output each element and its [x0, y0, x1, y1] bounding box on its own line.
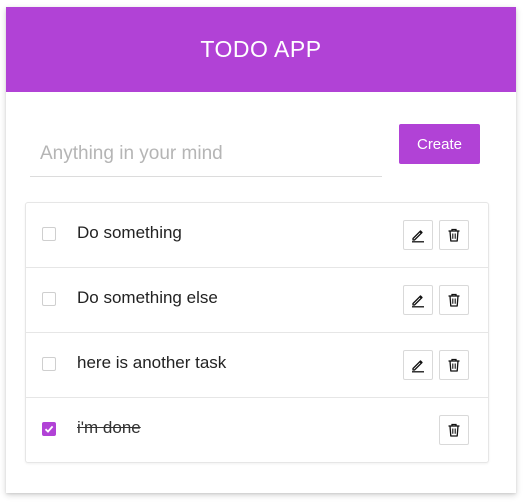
todo-checkbox[interactable]: [42, 292, 56, 306]
edit-button[interactable]: [403, 220, 433, 250]
checkmark-icon: [44, 425, 54, 433]
delete-button[interactable]: [439, 285, 469, 315]
delete-button[interactable]: [439, 415, 469, 445]
trash-icon: [448, 423, 460, 437]
app-title: TODO APP: [200, 36, 322, 62]
pencil-icon: [412, 360, 424, 373]
todo-item: Do something: [26, 203, 488, 268]
delete-button[interactable]: [439, 350, 469, 380]
pencil-icon: [412, 230, 424, 243]
todo-label: i'm done: [77, 418, 141, 437]
todo-label: here is another task: [77, 353, 227, 372]
todo-item: here is another task: [26, 333, 488, 398]
todo-checkbox[interactable]: [42, 357, 56, 371]
edit-button[interactable]: [403, 285, 433, 315]
pencil-icon: [412, 295, 424, 308]
app-header: TODO APP: [6, 7, 516, 92]
todo-item: i'm done: [26, 398, 488, 462]
create-button[interactable]: Create: [399, 124, 480, 164]
todo-input[interactable]: [30, 131, 382, 177]
delete-button[interactable]: [439, 220, 469, 250]
trash-icon: [448, 293, 460, 307]
trash-icon: [448, 228, 460, 242]
todo-label: Do something else: [77, 288, 218, 307]
todo-checkbox[interactable]: [42, 422, 56, 436]
todo-checkbox[interactable]: [42, 227, 56, 241]
todo-item: Do something else: [26, 268, 488, 333]
trash-icon: [448, 358, 460, 372]
todo-label: Do something: [77, 223, 182, 242]
edit-button[interactable]: [403, 350, 433, 380]
todo-list: Do something Do something else here is a…: [25, 202, 489, 463]
